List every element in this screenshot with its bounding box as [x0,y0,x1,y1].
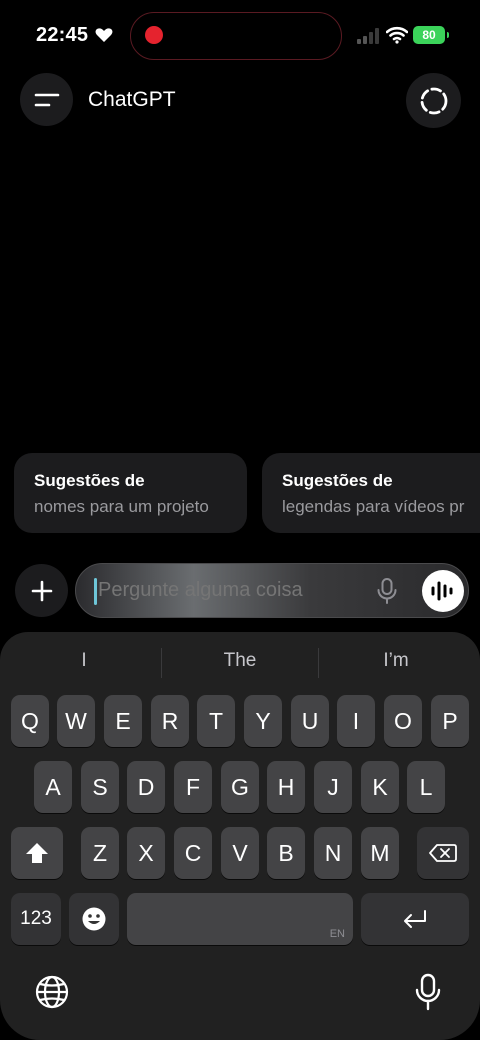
suggestion-subtitle: nomes para um projeto [34,497,209,516]
space-language-label: EN [329,928,345,940]
key-x[interactable]: X [127,827,165,879]
key-d[interactable]: D [127,761,165,813]
temporary-chat-icon [420,87,447,114]
attach-button[interactable] [15,564,68,617]
shift-key[interactable] [11,827,63,879]
key-r[interactable]: R [151,695,189,747]
return-key[interactable] [361,893,469,945]
message-input[interactable] [98,579,378,602]
heart-icon [95,28,113,42]
key-h[interactable]: H [267,761,305,813]
microphone-icon[interactable] [374,577,400,605]
key-s[interactable]: S [81,761,119,813]
menu-icon [34,93,59,106]
key-o[interactable]: O [384,695,422,747]
key-b[interactable]: B [267,827,305,879]
battery-icon: 80 [413,26,449,44]
key-q[interactable]: Q [11,695,49,747]
numbers-key[interactable]: 123 [11,893,61,945]
key-m[interactable]: M [361,827,399,879]
dictation-icon[interactable] [413,972,443,1012]
cellular-signal-icon [357,28,379,44]
space-key[interactable]: EN [127,893,353,945]
prediction-item[interactable]: I [6,650,162,672]
app-title: ChatGPT [88,88,176,111]
temporary-chat-button[interactable] [406,73,461,128]
prediction-item[interactable]: I’m [318,650,474,672]
plus-icon [31,580,52,601]
text-cursor [94,578,97,605]
suggestion-card[interactable]: Sugestões de legendas para vídeos pr [262,453,480,533]
wifi-icon [386,26,408,44]
key-f[interactable]: F [174,761,212,813]
key-a[interactable]: A [34,761,72,813]
dynamic-island [130,12,342,60]
key-z[interactable]: Z [81,827,119,879]
status-bar: 22:45 80 [0,0,480,72]
backspace-key[interactable] [417,827,469,879]
keyboard: I The I’m Q W E R T Y U I O P A S D F G … [0,632,480,1040]
key-l[interactable]: L [407,761,445,813]
key-i[interactable]: I [337,695,375,747]
key-v[interactable]: V [221,827,259,879]
voice-mode-button[interactable] [422,570,464,612]
suggestion-title: Sugestões de [282,471,393,490]
emoji-icon [82,907,106,931]
shift-icon [26,843,48,863]
key-c[interactable]: C [174,827,212,879]
emoji-key[interactable] [69,893,119,945]
voice-mode-icon [431,581,453,601]
battery-level: 80 [422,28,436,42]
return-icon [404,910,426,928]
recording-dot-icon [145,26,163,44]
key-p[interactable]: P [431,695,469,747]
key-w[interactable]: W [57,695,95,747]
key-n[interactable]: N [314,827,352,879]
key-k[interactable]: K [361,761,399,813]
suggestion-subtitle: legendas para vídeos pr [282,497,465,516]
key-y[interactable]: Y [244,695,282,747]
prediction-item[interactable]: The [162,650,318,672]
backspace-icon [429,844,457,862]
suggestion-card[interactable]: Sugestões de nomes para um projeto [14,453,247,533]
message-composer[interactable] [75,563,469,618]
globe-icon[interactable] [34,974,70,1010]
key-t[interactable]: T [197,695,235,747]
key-u[interactable]: U [291,695,329,747]
key-g[interactable]: G [221,761,259,813]
suggestion-title: Sugestões de [34,471,145,490]
key-j[interactable]: J [314,761,352,813]
menu-button[interactable] [20,73,73,126]
status-time: 22:45 [36,24,89,46]
key-e[interactable]: E [104,695,142,747]
prediction-bar: I The I’m [0,632,480,692]
